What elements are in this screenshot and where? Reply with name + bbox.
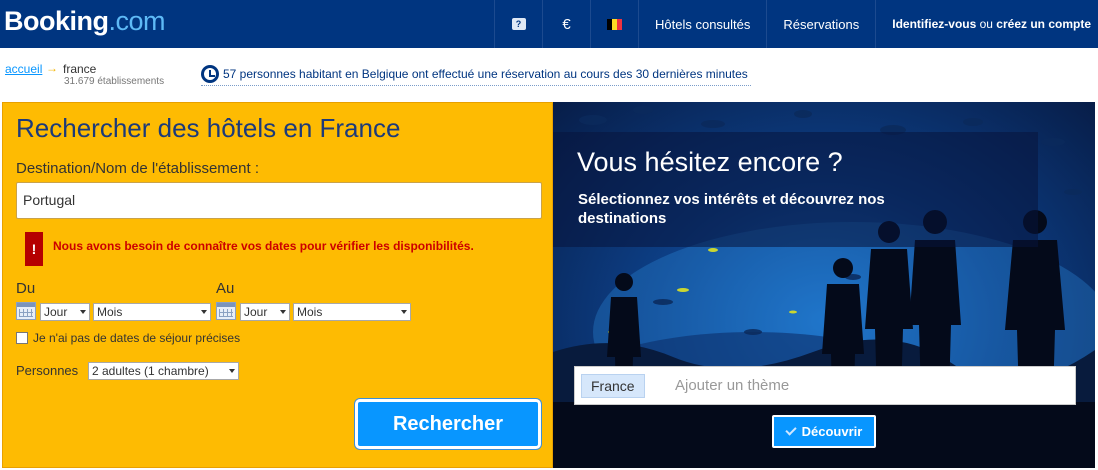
clock-icon xyxy=(201,65,219,83)
chevron-down-icon xyxy=(280,310,286,314)
checkout-day-select[interactable]: Jour xyxy=(240,303,290,321)
belgium-flag-icon xyxy=(606,18,623,30)
checkin-day-select[interactable]: Jour xyxy=(40,303,90,321)
checkout-calendar-icon[interactable] xyxy=(216,302,236,320)
recent-bookings-notice: 57 personnes habitant en Belgique ont ef… xyxy=(201,63,751,86)
create-account-link[interactable]: créez un compte xyxy=(996,17,1091,31)
checkout-month-select[interactable]: Mois xyxy=(293,303,411,321)
checkin-month-select[interactable]: Mois xyxy=(93,303,211,321)
no-dates-label[interactable]: Je n'ai pas de dates de séjour précises xyxy=(33,331,240,345)
dates-error-message: Nous avons besoin de connaître vos dates… xyxy=(53,239,474,253)
language-button[interactable] xyxy=(590,0,638,48)
no-dates-checkbox[interactable] xyxy=(16,332,28,344)
discover-button[interactable]: Découvrir xyxy=(772,415,876,448)
breadcrumb-arrow-icon: → xyxy=(46,61,58,75)
header-nav: ? € Hôtels consultés Réservations Identi… xyxy=(494,0,1098,48)
search-title: Rechercher des hôtels en France xyxy=(16,113,401,143)
booking-logo[interactable]: Booking.com xyxy=(4,6,166,37)
theme-placeholder: Ajouter un thème xyxy=(675,377,790,394)
checkout-label: Au xyxy=(216,280,235,297)
chevron-down-icon xyxy=(80,310,86,314)
checkout-day-value: Jour xyxy=(244,305,268,319)
currency-button[interactable]: € xyxy=(542,0,590,48)
hotels-viewed-link[interactable]: Hôtels consultés xyxy=(638,0,766,48)
inspiration-panel: Vous hésitez encore ? Sélectionnez vos i… xyxy=(553,102,1095,468)
search-button[interactable]: Rechercher xyxy=(355,399,541,449)
checkin-calendar-icon[interactable] xyxy=(16,302,36,320)
chevron-down-icon xyxy=(229,369,235,373)
help-icon: ? xyxy=(511,18,526,30)
persons-label: Personnes xyxy=(16,363,79,378)
chevron-down-icon xyxy=(201,310,207,314)
breadcrumb-home-link[interactable]: accueil xyxy=(5,62,42,76)
theme-tag-france[interactable]: France xyxy=(581,374,645,398)
checkin-label: Du xyxy=(16,280,36,297)
theme-input[interactable]: France Ajouter un thème xyxy=(574,366,1076,405)
checkin-month-value: Mois xyxy=(97,305,123,319)
breadcrumb-country: france xyxy=(63,62,97,76)
inspiration-title: Vous hésitez encore ? xyxy=(577,147,843,177)
login-or-text: ou xyxy=(976,17,997,31)
login-area: Identifiez-vous ou créez un compte xyxy=(875,0,1098,48)
reservations-link[interactable]: Réservations xyxy=(766,0,875,48)
search-panel: Rechercher des hôtels en France Destinat… xyxy=(2,102,553,468)
property-count: 31.679 établissements xyxy=(64,76,165,87)
notice-text: 57 personnes habitant en Belgique ont ef… xyxy=(223,67,748,81)
persons-select[interactable]: 2 adultes (1 chambre) xyxy=(88,362,239,380)
checkout-month-value: Mois xyxy=(297,305,323,319)
help-button[interactable]: ? xyxy=(494,0,542,48)
top-header: Booking.com ? € Hôtels consultés Réserva… xyxy=(0,0,1098,48)
sign-in-link[interactable]: Identifiez-vous xyxy=(892,17,976,31)
chevron-down-icon xyxy=(401,310,407,314)
inspiration-subtitle: Sélectionnez vos intérêts et découvrez n… xyxy=(578,191,885,227)
discover-label: Découvrir xyxy=(801,424,863,439)
checkin-day-value: Jour xyxy=(44,305,68,319)
destination-label: Destination/Nom de l'établissement : xyxy=(16,160,259,177)
logo-brand: Booking xyxy=(4,6,109,36)
logo-tld: .com xyxy=(108,6,166,36)
persons-value: 2 adultes (1 chambre) xyxy=(92,364,209,378)
euro-icon: € xyxy=(562,15,571,33)
error-icon: ! xyxy=(25,232,43,266)
check-icon xyxy=(784,424,797,436)
destination-input[interactable]: Portugal xyxy=(16,182,542,219)
